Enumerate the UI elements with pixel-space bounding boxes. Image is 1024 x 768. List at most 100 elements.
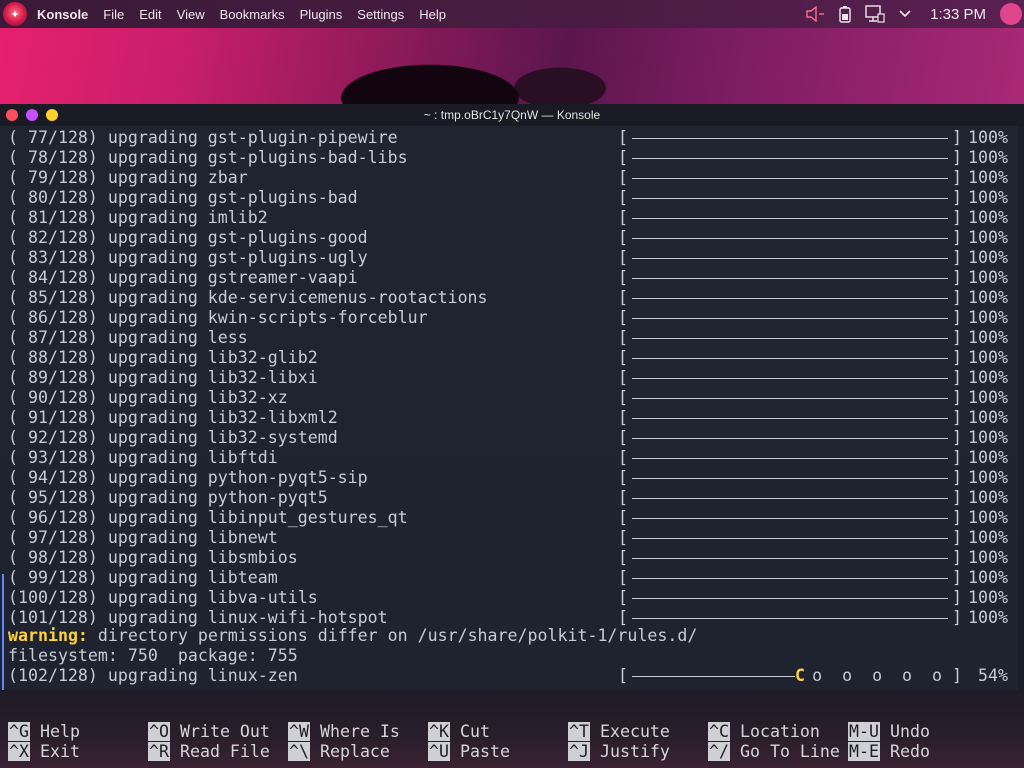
system-tray: 1:33 PM [804, 0, 1024, 28]
progress-fill [632, 198, 948, 199]
shortcut-where-is[interactable]: ^W Where Is [288, 722, 400, 742]
upgrade-line: ( 92/128) upgrading lib32-systemd [8, 428, 338, 447]
shortcut-key: ^K [428, 722, 450, 741]
progress-percent: 100% [968, 608, 1008, 627]
clock[interactable]: 1:33 PM [930, 6, 986, 23]
upgrade-line: ( 91/128) upgrading lib32-libxml2 [8, 408, 338, 427]
progress-percent: 100% [968, 548, 1008, 567]
progress-percent: 100% [968, 228, 1008, 247]
shortcut-label: Help [39, 722, 80, 741]
progress-bar: [] [618, 508, 962, 527]
upgrade-line: ( 87/128) upgrading less [8, 328, 248, 347]
menu-bookmarks[interactable]: Bookmarks [220, 7, 285, 22]
progress-fill [632, 338, 948, 339]
battery-icon[interactable] [834, 3, 856, 25]
progress-fill [632, 238, 948, 239]
progress-bar: [] [618, 148, 962, 167]
app-launcher-icon[interactable]: ✦ [3, 2, 27, 26]
progress-bar: [] [618, 288, 962, 307]
minimize-window-button[interactable] [26, 109, 38, 121]
terminal-scrollbar[interactable] [1018, 126, 1024, 690]
progress-fill [632, 158, 948, 159]
progress-fill [632, 418, 948, 419]
shortcut-label: Replace [319, 742, 390, 761]
menu-edit[interactable]: Edit [139, 7, 161, 22]
upgrade-line: ( 99/128) upgrading libteam [8, 568, 278, 587]
upgrade-line: ( 85/128) upgrading kde-servicemenus-roo… [8, 288, 488, 307]
filesystem-line: filesystem: 750 package: 755 [8, 646, 298, 665]
shortcut-go-to-line[interactable]: ^/ Go To Line [708, 742, 840, 762]
nano-shortcut-bar: ^G Help ^X Exit ^O Write Out ^R Read File ^W… [0, 690, 1024, 768]
menu-view[interactable]: View [177, 7, 205, 22]
progress-bar: [] [618, 268, 962, 287]
progress-bar: [] [618, 528, 962, 547]
shortcut-label: Redo [889, 742, 930, 761]
progress-percent: 100% [968, 448, 1008, 467]
upgrade-line: ( 78/128) upgrading gst-plugins-bad-libs [8, 148, 408, 167]
progress-bar: [] [618, 308, 962, 327]
shortcut-execute[interactable]: ^T Execute [568, 722, 670, 742]
upgrade-line: ( 81/128) upgrading imlib2 [8, 208, 268, 227]
active-app-name: Konsole [37, 6, 89, 22]
progress-bar: [] [618, 128, 962, 147]
volume-icon[interactable] [804, 3, 826, 25]
progress-percent: 100% [968, 308, 1008, 327]
menu-settings[interactable]: Settings [357, 7, 404, 22]
shortcut-label: Paste [459, 742, 510, 761]
shortcut-redo[interactable]: M-E Redo [848, 742, 930, 762]
shortcut-key: ^U [428, 742, 450, 761]
progress-bar: [] [618, 228, 962, 247]
progress-fill [632, 578, 948, 579]
network-icon[interactable] [864, 3, 886, 25]
shortcut-read-file[interactable]: ^R Read File [148, 742, 270, 762]
shortcut-cut[interactable]: ^K Cut [428, 722, 490, 742]
progress-fill [632, 218, 948, 219]
progress-percent: 100% [968, 128, 1008, 147]
shortcut-key: ^O [148, 722, 170, 741]
close-window-button[interactable] [6, 109, 18, 121]
upgrade-line: ( 90/128) upgrading lib32-xz [8, 388, 288, 407]
progress-bar: [] [618, 588, 962, 607]
shortcut-location[interactable]: ^C Location [708, 722, 820, 742]
progress-percent: 100% [968, 428, 1008, 447]
shortcut-label: Go To Line [739, 742, 840, 761]
shortcut-justify[interactable]: ^J Justify [568, 742, 670, 762]
shortcut-label: Read File [179, 742, 270, 761]
warning-line: warning: directory permissions differ on… [8, 626, 697, 646]
chevron-down-icon[interactable] [894, 3, 916, 25]
warning-label: warning: [8, 626, 88, 645]
top-panel: ✦ Konsole File Edit View Bookmarks Plugi… [0, 0, 1024, 28]
progress-bar: [] [618, 488, 962, 507]
shortcut-paste[interactable]: ^U Paste [428, 742, 510, 762]
progress-percent: 100% [968, 408, 1008, 427]
shortcut-write-out[interactable]: ^O Write Out [148, 722, 270, 742]
shortcut-undo[interactable]: M-U Undo [848, 722, 930, 742]
shortcut-key: ^T [568, 722, 590, 741]
progress-fill [632, 358, 948, 359]
user-avatar[interactable] [1000, 3, 1022, 25]
menu-plugins[interactable]: Plugins [300, 7, 343, 22]
progress-bar: [] [618, 388, 962, 407]
shortcut-label: Where Is [319, 722, 400, 741]
current-progress-bar: [C o o o o o ] [618, 666, 962, 685]
upgrade-line: ( 83/128) upgrading gst-plugins-ugly [8, 248, 368, 267]
shortcut-help[interactable]: ^G Help [8, 722, 80, 742]
menu-help[interactable]: Help [419, 7, 446, 22]
progress-fill [632, 438, 948, 439]
progress-percent: 100% [968, 148, 1008, 167]
maximize-window-button[interactable] [46, 109, 58, 121]
upgrade-line: ( 84/128) upgrading gstreamer-vaapi [8, 268, 358, 287]
upgrade-line: ( 95/128) upgrading python-pyqt5 [8, 488, 328, 507]
shortcut-key: ^R [148, 742, 170, 761]
shortcut-exit[interactable]: ^X Exit [8, 742, 80, 762]
progress-percent: 100% [968, 388, 1008, 407]
shortcut-replace[interactable]: ^\ Replace [288, 742, 390, 762]
menu-file[interactable]: File [103, 7, 124, 22]
progress-fill [632, 558, 948, 559]
shortcut-label: Exit [39, 742, 80, 761]
progress-fill [632, 178, 948, 179]
shortcut-key: ^/ [708, 742, 730, 761]
terminal-output[interactable]: ( 77/128) upgrading gst-plugin-pipewire [… [0, 126, 1024, 690]
window-titlebar[interactable]: ~ : tmp.oBrC1y7QnW — Konsole [0, 104, 1024, 126]
upgrade-line: ( 96/128) upgrading libinput_gestures_qt [8, 508, 408, 527]
